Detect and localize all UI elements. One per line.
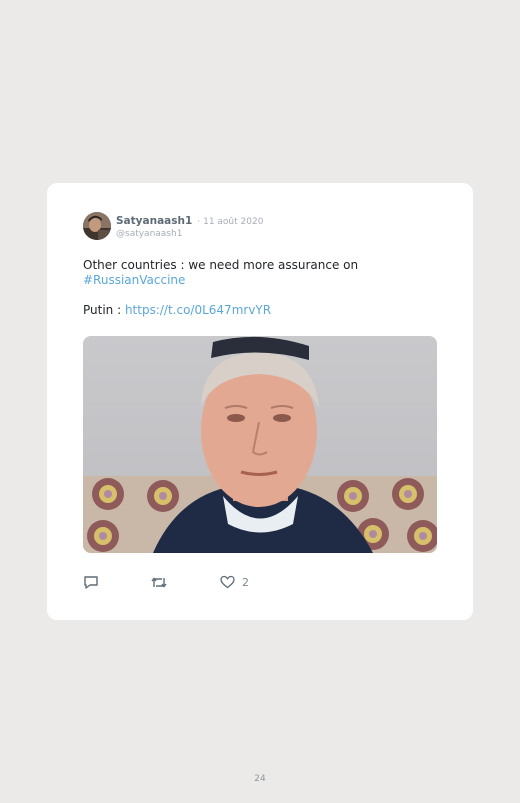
tweet-text: Other countries : we need more assurance… — [83, 258, 423, 288]
like-button[interactable]: 2 — [220, 574, 249, 590]
retweet-icon — [150, 575, 168, 590]
display-name[interactable]: Satyanaash1 — [116, 215, 192, 227]
user-handle[interactable]: @satyanaash1 — [116, 228, 263, 240]
page-number: 24 — [254, 774, 266, 784]
quote-prefix: Putin : — [83, 303, 125, 317]
user-info: Satyanaash1 · 11 août 2020 @satyanaash1 — [116, 213, 263, 240]
tweet-date[interactable]: · 11 août 2020 — [197, 217, 263, 227]
retweet-button[interactable] — [150, 574, 168, 590]
hashtag-link[interactable]: #RussianVaccine — [83, 273, 423, 288]
tweet-text-quote: Putin : https://t.co/0L647mrvYR — [83, 303, 271, 318]
tweet-actions: 2 — [83, 574, 437, 590]
like-count: 2 — [242, 575, 249, 589]
reply-button[interactable] — [83, 574, 99, 590]
tweet-card: Satyanaash1 · 11 août 2020 @satyanaash1 … — [47, 183, 473, 620]
tweet-url-link[interactable]: https://t.co/0L647mrvYR — [125, 303, 271, 317]
tweet-media-image[interactable] — [83, 336, 437, 553]
avatar[interactable] — [83, 212, 111, 240]
reply-icon — [83, 575, 99, 590]
document-page: Satyanaash1 · 11 août 2020 @satyanaash1 … — [0, 0, 520, 803]
tweet-text-line: Other countries : we need more assurance… — [83, 258, 359, 272]
heart-icon — [220, 575, 235, 589]
